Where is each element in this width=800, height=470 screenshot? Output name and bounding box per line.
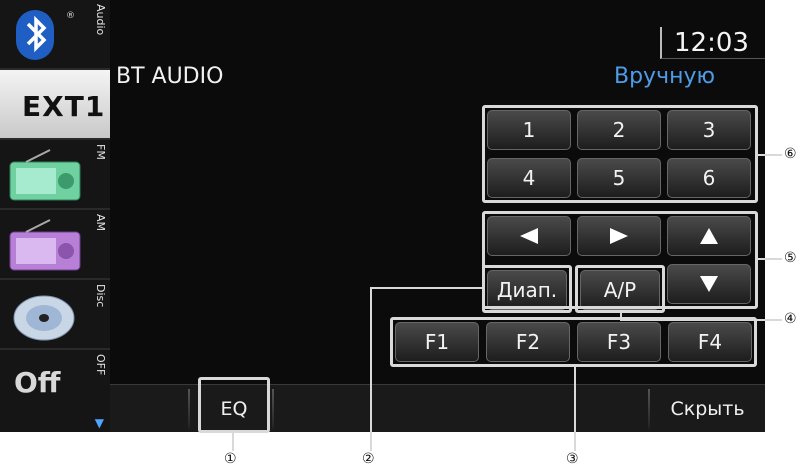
off-text: Off [14, 366, 61, 399]
bluetooth-icon: ® [6, 8, 86, 62]
callout-number-6: ⑥ [784, 146, 797, 162]
radio-icon [6, 218, 86, 272]
sidebar-item-label: AM [94, 214, 107, 232]
sidebar-item-am[interactable]: AM [0, 210, 110, 280]
callout-line [370, 287, 484, 289]
mode-label: Вручную [614, 64, 715, 89]
source-sidebar: ® Audio EXT1 FM AM Disc Off OFF ▼ [0, 0, 110, 432]
sidebar-item-audio[interactable]: ® Audio [0, 0, 110, 70]
sidebar-item-label: EXT1 [22, 90, 106, 123]
svg-text:®: ® [66, 11, 75, 21]
callout-number-3: ③ [566, 451, 579, 467]
callout-box-keypad [482, 105, 758, 203]
sidebar-item-ext1[interactable]: EXT1 [0, 70, 110, 140]
sidebar-item-disc[interactable]: Disc [0, 280, 110, 350]
callout-box-eq [198, 377, 270, 433]
source-title: BT AUDIO [116, 64, 224, 89]
callout-number-1: ① [224, 451, 237, 467]
callout-number-2: ② [362, 451, 375, 467]
sidebar-item-label: OFF [94, 354, 107, 376]
callout-box-arrows [482, 211, 758, 309]
divider [188, 389, 190, 429]
callout-number-5: ⑤ [784, 250, 797, 266]
callout-line [574, 367, 576, 451]
callout-box-fkeys [390, 317, 757, 367]
chevron-down-icon[interactable]: ▼ [95, 416, 104, 430]
sidebar-item-label: Audio [94, 4, 107, 36]
callout-line [620, 319, 782, 321]
callout-line [232, 433, 234, 451]
clock: 12:03 [660, 27, 765, 59]
sidebar-item-fm[interactable]: FM [0, 140, 110, 210]
sidebar-item-label: Disc [94, 284, 107, 308]
sidebar-item-off[interactable]: Off OFF ▼ [0, 350, 110, 432]
sidebar-item-label: FM [94, 144, 107, 160]
hide-button[interactable]: Скрыть [650, 385, 765, 432]
radio-icon [6, 148, 86, 202]
divider [272, 389, 274, 429]
callout-line [758, 258, 782, 260]
disc-icon [6, 288, 86, 342]
callout-line [758, 154, 782, 156]
callout-line [370, 287, 372, 451]
callout-number-4: ④ [784, 311, 797, 327]
